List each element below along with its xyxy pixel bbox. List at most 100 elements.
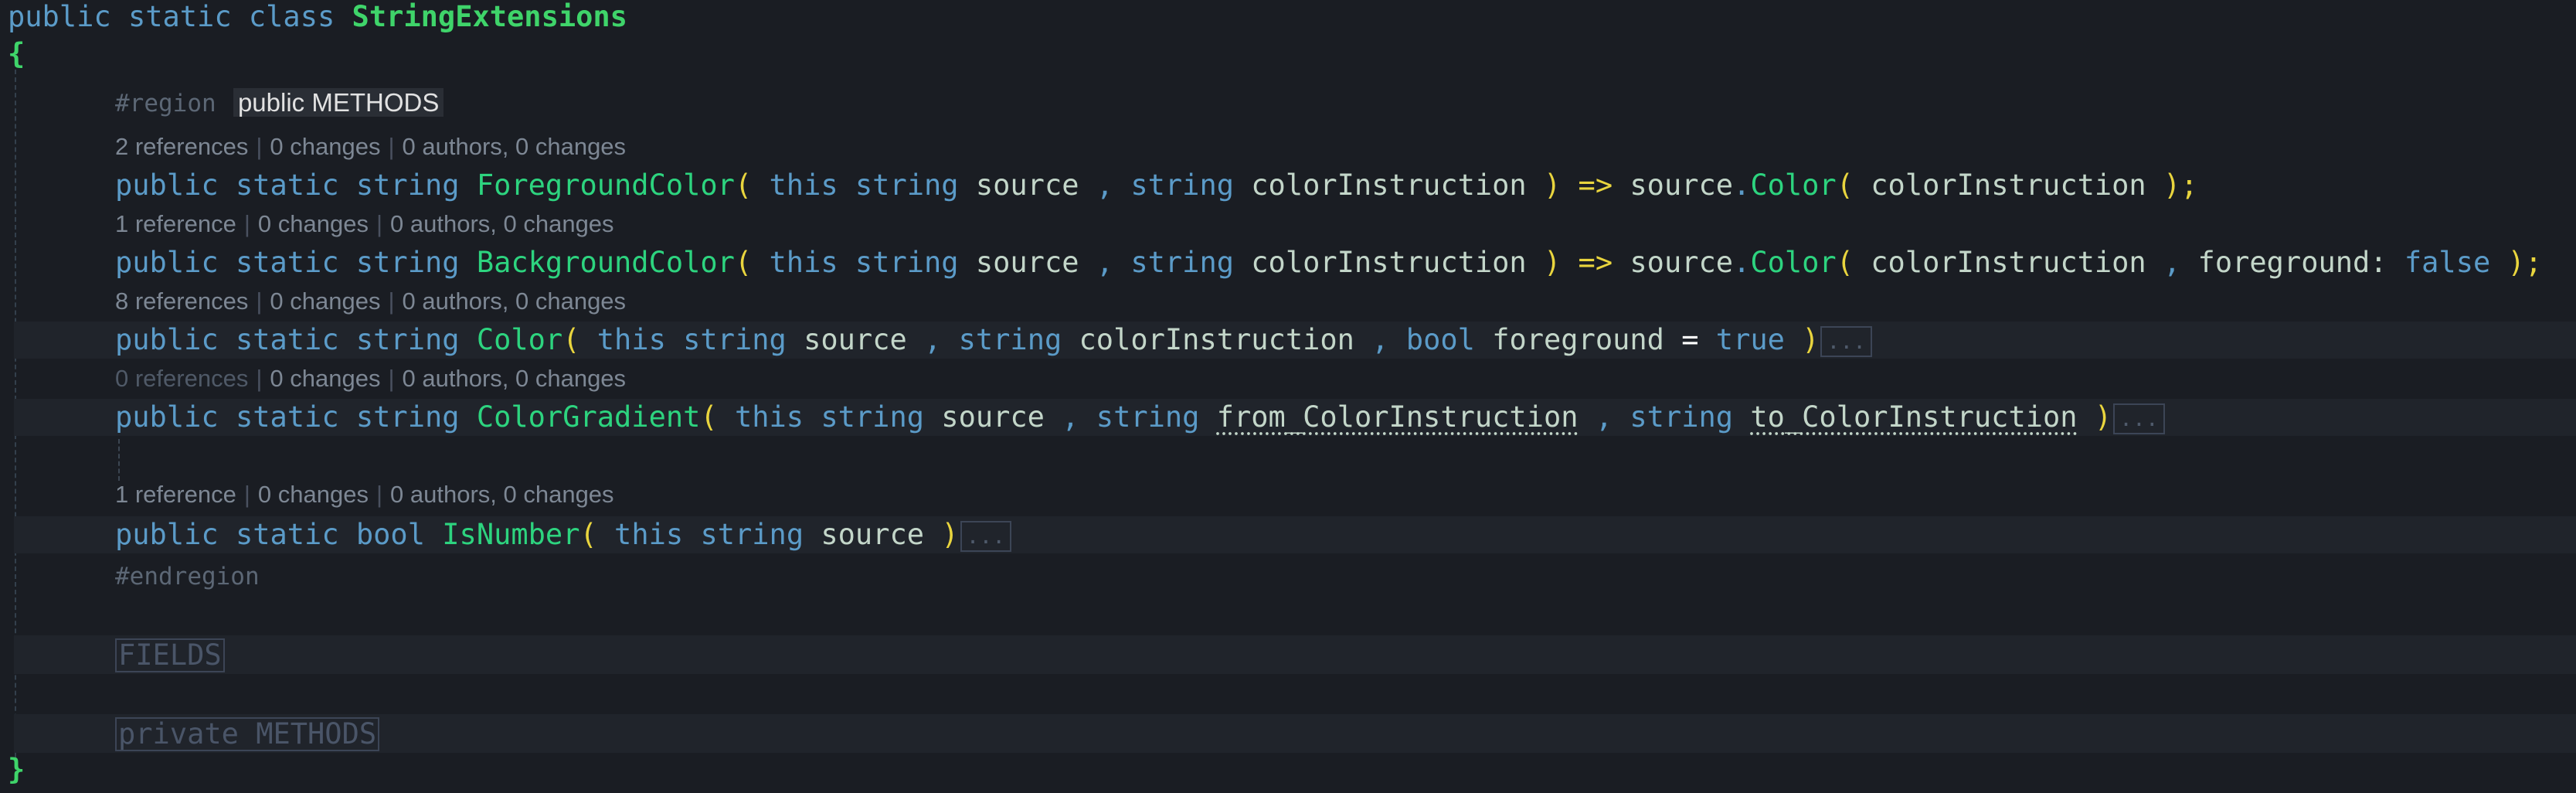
method-name: ForegroundColor	[476, 168, 735, 202]
call-argument: colorInstruction	[1871, 246, 2146, 279]
codelens[interactable]: 0 references | 0 changes | 0 authors, 0 chan…	[115, 363, 626, 394]
param-name: colorInstruction	[1251, 246, 1527, 279]
param-name: source	[975, 246, 1079, 279]
region-line[interactable]: #region public METHODS	[115, 85, 2576, 119]
codelens-authors[interactable]: 0 authors, 0 changes	[403, 133, 627, 160]
literal: false	[2404, 246, 2491, 279]
param-type: string	[1130, 246, 1234, 279]
paren: (	[734, 168, 753, 202]
keyword: static	[235, 168, 339, 202]
collapsed-region-line[interactable]: private METHODS	[115, 717, 2576, 751]
param-name: to_ColorInstruction	[1750, 400, 2078, 434]
codelens-changes[interactable]: 0 changes	[270, 133, 380, 160]
keyword: static	[235, 400, 339, 434]
semicolon: ;	[2180, 168, 2198, 202]
param-name: source	[941, 400, 1045, 434]
keyword: static	[127, 0, 232, 33]
keyword: this	[596, 323, 666, 356]
region-directive: #region	[115, 90, 216, 117]
codelens[interactable]: 1 reference | 0 changes | 0 authors, 0 chang…	[115, 479, 614, 510]
method-line-foregroundcolor[interactable]: public static string ForegroundColor( th…	[115, 168, 2576, 203]
comma: ,	[1062, 400, 1079, 434]
class-declaration-line[interactable]: public static class StringExtensions	[8, 0, 2576, 34]
close-brace-line[interactable]: }	[8, 753, 2576, 787]
equals-operator: =	[1681, 323, 1699, 356]
keyword: this	[734, 400, 804, 434]
comma: ,	[924, 323, 942, 356]
codelens[interactable]: 2 references | 0 changes | 0 authors, 0 chan…	[115, 131, 626, 162]
open-brace: {	[8, 37, 25, 70]
code-editor[interactable]: public static class StringExtensions { #…	[0, 0, 2576, 793]
codelens-references[interactable]: 1 reference	[115, 481, 236, 508]
method-line-colorgradient[interactable]: public static string ColorGradient( this…	[115, 400, 2576, 434]
open-brace-line[interactable]: {	[8, 37, 2576, 71]
codelens-changes[interactable]: 0 changes	[270, 365, 380, 392]
paren: (	[700, 400, 718, 434]
paren: (	[579, 518, 597, 551]
call-target: source	[1630, 246, 1734, 279]
keyword: public	[115, 246, 219, 279]
return-type: string	[355, 168, 460, 202]
codelens-changes[interactable]: 0 changes	[270, 288, 380, 315]
paren: )	[2507, 246, 2525, 279]
codelens[interactable]: 1 reference | 0 changes | 0 authors, 0 chang…	[115, 209, 614, 240]
method-line-backgroundcolor[interactable]: public static string BackgroundColor( th…	[115, 246, 2576, 280]
keyword: this	[614, 518, 684, 551]
param-type: string	[855, 168, 959, 202]
keyword: class	[248, 0, 335, 33]
dot: .	[1733, 168, 1751, 202]
param-name: colorInstruction	[1079, 323, 1354, 356]
param-type: string	[700, 518, 804, 551]
indent-guide-inner	[118, 439, 120, 481]
param-name: colorInstruction	[1251, 168, 1527, 202]
codelens[interactable]: 8 references | 0 changes | 0 authors, 0 chan…	[115, 286, 626, 317]
paren: )	[1802, 323, 1820, 356]
folded-body-button[interactable]: ...	[2113, 403, 2165, 434]
param-type: string	[958, 323, 1062, 356]
return-type: bool	[355, 518, 425, 551]
codelens-authors[interactable]: 0 authors, 0 changes	[403, 365, 627, 392]
codelens-references[interactable]: 0 references	[115, 365, 248, 392]
method-name: IsNumber	[442, 518, 580, 551]
keyword: this	[769, 246, 838, 279]
keyword: public	[115, 323, 219, 356]
comma: ,	[1096, 246, 1114, 279]
semicolon: ;	[2524, 246, 2543, 279]
method-line-color[interactable]: public static string Color( this string …	[115, 323, 2576, 357]
endregion-line[interactable]: #endregion	[115, 558, 2576, 592]
folded-body-button[interactable]: ...	[1820, 325, 1873, 357]
codelens-changes[interactable]: 0 changes	[258, 210, 369, 237]
paren: (	[734, 246, 753, 279]
codelens-changes[interactable]: 0 changes	[258, 481, 369, 508]
comma: ,	[1371, 323, 1389, 356]
collapsed-region-fields[interactable]: FIELDS	[115, 638, 225, 672]
codelens-authors[interactable]: 0 authors, 0 changes	[403, 288, 627, 315]
param-name: source	[975, 168, 1079, 202]
keyword: public	[115, 168, 219, 202]
folded-body-button[interactable]: ...	[960, 520, 1012, 552]
collapsed-region-private-methods[interactable]: private METHODS	[115, 717, 380, 751]
param-type: string	[1130, 168, 1234, 202]
comma: ,	[1096, 168, 1114, 202]
param-name: from_ColorInstruction	[1216, 400, 1579, 434]
endregion-directive: #endregion	[115, 563, 260, 590]
method-line-isnumber[interactable]: public static bool IsNumber( this string…	[115, 518, 2576, 552]
paren: )	[2094, 400, 2112, 434]
class-name: StringExtensions	[352, 0, 627, 33]
codelens-references[interactable]: 2 references	[115, 133, 248, 160]
keyword: public	[8, 0, 111, 33]
keyword: public	[115, 518, 219, 551]
literal: true	[1715, 323, 1785, 356]
codelens-references[interactable]: 1 reference	[115, 210, 236, 237]
paren: )	[1543, 246, 1562, 279]
collapsed-region-line[interactable]: FIELDS	[115, 638, 2576, 672]
codelens-references[interactable]: 8 references	[115, 288, 248, 315]
param-type: string	[855, 246, 959, 279]
comma: ,	[1595, 400, 1613, 434]
codelens-authors[interactable]: 0 authors, 0 changes	[390, 481, 614, 508]
keyword: static	[235, 246, 339, 279]
arrow-operator: =>	[1578, 246, 1613, 279]
paren: )	[2163, 168, 2181, 202]
param-type: bool	[1405, 323, 1475, 356]
codelens-authors[interactable]: 0 authors, 0 changes	[390, 210, 614, 237]
